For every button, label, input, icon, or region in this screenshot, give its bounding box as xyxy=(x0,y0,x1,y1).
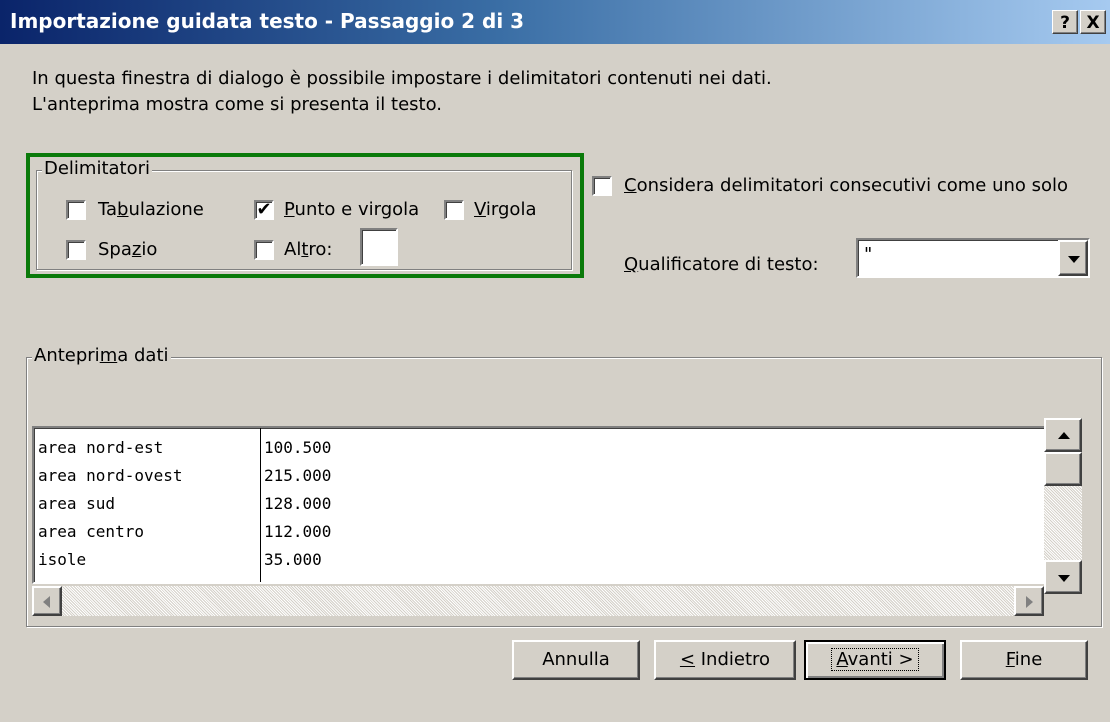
vertical-scrollbar[interactable] xyxy=(1044,418,1082,594)
window-title: Importazione guidata testo - Passaggio 2… xyxy=(10,9,525,33)
space-checkbox[interactable] xyxy=(66,240,86,260)
qualifier-label: Qualificatore di testo: xyxy=(624,254,819,275)
cell-area: isole xyxy=(38,550,87,569)
table-row: area centro 112.000 xyxy=(38,518,1038,546)
cell-value: 215.000 xyxy=(264,466,332,485)
chevron-down-icon xyxy=(1058,575,1070,582)
table-row: area nord-est 100.500 xyxy=(38,434,1038,462)
consecutive-checkbox[interactable] xyxy=(592,176,612,196)
chevron-right-icon xyxy=(1026,596,1033,608)
comma-checkbox[interactable] xyxy=(444,200,464,220)
tab-checkbox[interactable] xyxy=(66,200,86,220)
qualifier-select[interactable]: " xyxy=(856,238,1090,278)
cell-value: 100.500 xyxy=(264,438,332,457)
other-delimiter-input[interactable] xyxy=(360,228,398,266)
delimiters-label: Delimitatori xyxy=(42,158,153,179)
intro-line-1: In questa finestra di dialogo è possibil… xyxy=(32,68,772,89)
title-bar: Importazione guidata testo - Passaggio 2… xyxy=(0,0,1110,44)
other-checkbox[interactable] xyxy=(254,240,274,260)
comma-label: Virgola xyxy=(474,199,537,220)
help-button[interactable]: ? xyxy=(1052,10,1078,34)
check-mark-icon: ✔ xyxy=(256,199,272,220)
semicolon-label: Punto e virgola xyxy=(284,199,420,220)
scroll-down-button[interactable] xyxy=(1044,560,1082,594)
qualifier-value: " xyxy=(864,244,873,265)
intro-line-2: L'anteprima mostra come si presenta il t… xyxy=(32,94,443,115)
scroll-right-button[interactable] xyxy=(1014,586,1044,616)
qualifier-dropdown-button[interactable] xyxy=(1058,240,1088,276)
table-row: area sud 128.000 xyxy=(38,490,1038,518)
tab-label: Tabulazione xyxy=(98,199,204,220)
cell-area: area centro xyxy=(38,522,144,541)
scroll-left-button[interactable] xyxy=(32,586,62,616)
semicolon-checkbox[interactable]: ✔ xyxy=(254,200,274,220)
horizontal-scrollbar[interactable] xyxy=(32,586,1044,616)
consecutive-label: Considera delimitatori consecutivi come … xyxy=(624,175,1069,196)
back-button[interactable]: < Indietro xyxy=(654,640,796,680)
table-row: area nord-ovest 215.000 xyxy=(38,462,1038,490)
preview-table[interactable]: area nord-est 100.500 area nord-ovest 215.0… xyxy=(32,426,1046,584)
scroll-thumb[interactable] xyxy=(1044,452,1082,486)
other-label: Altro: xyxy=(284,239,333,260)
next-button[interactable]: Avanti > xyxy=(804,640,946,680)
cell-area: area sud xyxy=(38,494,116,513)
chevron-up-icon xyxy=(1058,432,1070,439)
cell-area: area nord-ovest xyxy=(38,466,183,485)
table-row: isole 35.000 xyxy=(38,546,1038,574)
preview-label: Anteprima dati xyxy=(32,345,171,366)
cell-value: 128.000 xyxy=(264,494,332,513)
chevron-down-icon xyxy=(1068,256,1080,263)
scroll-up-button[interactable] xyxy=(1044,418,1082,452)
cell-area: area nord-est xyxy=(38,438,164,457)
cancel-button[interactable]: Annulla xyxy=(512,640,640,680)
preview-rows: area nord-est 100.500 area nord-ovest 215.0… xyxy=(38,434,1038,574)
cell-value: 35.000 xyxy=(264,550,322,569)
close-button[interactable]: X xyxy=(1080,10,1106,34)
cell-value: 112.000 xyxy=(264,522,332,541)
chevron-left-icon xyxy=(43,596,50,608)
space-label: Spazio xyxy=(98,239,158,260)
finish-button[interactable]: Fine xyxy=(960,640,1088,680)
